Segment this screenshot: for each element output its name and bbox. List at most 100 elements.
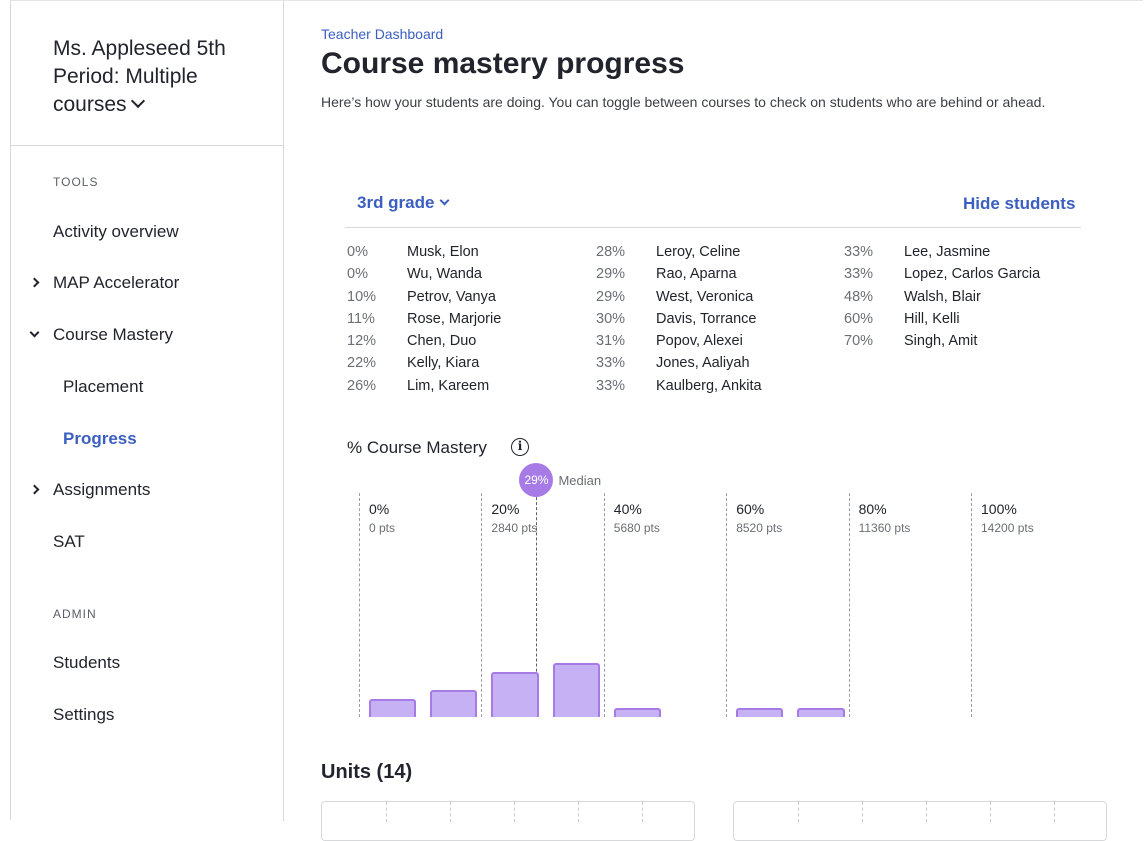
student-row[interactable]: 12% Chen, Duo (347, 333, 577, 355)
histogram-bar[interactable] (369, 699, 417, 717)
student-mastery-pct: 10% (347, 288, 377, 305)
class-selector[interactable]: Ms. Appleseed 5th Period: Multiple cours… (53, 35, 263, 119)
student-row[interactable]: 33% Jones, Aaliyah (596, 355, 826, 377)
tick-label-pts: 14200 pts (981, 521, 1034, 535)
histogram-bar[interactable] (613, 708, 661, 717)
student-column-2: 28% Leroy, Celine 29% Rao, Aparna 29% West, V… (596, 244, 826, 400)
sidebar-item-label: MAP Accelerator (53, 273, 180, 292)
student-mastery-pct: 26% (347, 377, 377, 394)
student-name: Kaulberg, Ankita (656, 377, 762, 394)
tick-label-pct: 20% (491, 501, 520, 517)
student-mastery-pct: 33% (844, 266, 874, 283)
sidebar-item-placement[interactable]: Placement (63, 377, 143, 397)
chevron-right-icon (29, 277, 40, 288)
hide-students-button[interactable]: Hide students (963, 194, 1075, 214)
student-name: Petrov, Vanya (407, 288, 496, 305)
student-mastery-pct: 22% (347, 355, 377, 372)
student-mastery-pct: 29% (596, 288, 626, 305)
student-row[interactable]: 29% Rao, Aparna (596, 266, 826, 288)
unit-card[interactable] (733, 801, 1107, 841)
student-row[interactable]: 60% Hill, Kelli (844, 311, 1074, 333)
student-column-1: 0% Musk, Elon 0% Wu, Wanda 10% Petrov, Vanya 1… (347, 244, 577, 400)
student-row[interactable]: 0% Wu, Wanda (347, 266, 577, 288)
unit-divider (1054, 802, 1055, 822)
unit-divider (990, 802, 991, 822)
student-row[interactable]: 10% Petrov, Vanya (347, 289, 577, 311)
sidebar-item-settings[interactable]: Settings (53, 705, 114, 725)
chevron-down-icon (29, 327, 40, 338)
student-name: Lee, Jasmine (904, 244, 991, 260)
app-frame: Ms. Appleseed 5th Period: Multiple cours… (10, 0, 1143, 841)
student-name: Singh, Amit (904, 333, 978, 350)
student-mastery-pct: 33% (596, 355, 626, 372)
student-row[interactable]: 70% Singh, Amit (844, 333, 1074, 355)
tick-label-pct: 40% (613, 501, 642, 517)
admin-section-label: ADMIN (53, 607, 97, 621)
grade-dropdown[interactable]: 3rd grade (357, 193, 450, 213)
student-mastery-pct: 28% (596, 244, 626, 260)
sidebar-item-course-mastery[interactable]: Course Mastery (29, 325, 173, 345)
units-title: Units (14) (321, 761, 413, 783)
student-row[interactable]: 48% Walsh, Blair (844, 289, 1074, 311)
breadcrumb[interactable]: Teacher Dashboard (321, 26, 443, 42)
student-row[interactable]: 22% Kelly, Kiara (347, 355, 577, 377)
histogram-bar[interactable] (552, 663, 600, 717)
unit-card[interactable] (321, 801, 695, 841)
sidebar-divider (11, 145, 284, 146)
student-mastery-pct: 70% (844, 333, 874, 350)
chevron-down-icon (130, 93, 145, 109)
student-name: Popov, Alexei (656, 333, 743, 350)
student-mastery-pct: 0% (347, 266, 368, 283)
page-description: Here’s how your students are doing. You … (321, 94, 1046, 110)
divider (345, 227, 1081, 228)
student-name: Wu, Wanda (407, 266, 482, 283)
histogram-bar[interactable] (430, 690, 478, 717)
histogram-bar[interactable] (797, 708, 845, 717)
student-mastery-pct: 11% (347, 310, 375, 327)
student-name: Rao, Aparna (656, 266, 737, 283)
sidebar-item-map-accelerator[interactable]: MAP Accelerator (29, 273, 180, 293)
student-mastery-pct: 33% (596, 377, 626, 394)
student-name: West, Veronica (656, 288, 754, 305)
student-row[interactable]: 30% Davis, Torrance (596, 311, 826, 333)
student-name: Rose, Marjorie (407, 310, 502, 327)
gridline (359, 493, 360, 717)
gridline (603, 493, 605, 717)
student-name: Kelly, Kiara (407, 355, 480, 372)
sidebar-item-progress[interactable]: Progress (63, 429, 137, 449)
student-row[interactable]: 28% Leroy, Celine (596, 244, 826, 266)
tools-section-label: TOOLS (53, 175, 99, 189)
gridline (481, 493, 483, 717)
student-row[interactable]: 33% Kaulberg, Ankita (596, 378, 826, 400)
sidebar-item-assignments[interactable]: Assignments (29, 480, 151, 500)
sidebar-item-sat[interactable]: SAT (53, 532, 85, 552)
page-title: Course mastery progress (321, 47, 685, 80)
unit-divider (514, 802, 515, 822)
student-row[interactable]: 29% West, Veronica (596, 289, 826, 311)
student-column-3: 33% Lee, Jasmine 33% Lopez, Carlos Garcia 48… (844, 244, 1074, 355)
student-row[interactable]: 0% Musk, Elon (347, 244, 577, 266)
tick-label-pct: 80% (858, 501, 887, 517)
student-row[interactable]: 33% Lopez, Carlos Garcia (844, 266, 1074, 288)
student-row[interactable]: 26% Lim, Kareem (347, 378, 577, 400)
info-icon[interactable]: i (511, 438, 529, 456)
histogram-bar[interactable] (491, 672, 539, 717)
tick-label-pts: 5680 pts (613, 521, 660, 535)
sidebar-item-label: Assignments (53, 480, 151, 499)
student-row[interactable]: 31% Popov, Alexei (596, 333, 826, 355)
grade-dropdown-value: 3rd grade (357, 193, 435, 212)
sidebar-item-activity-overview[interactable]: Activity overview (53, 222, 179, 242)
gridline (971, 493, 972, 717)
student-row[interactable]: 11% Rose, Marjorie (347, 311, 577, 333)
sidebar-item-students[interactable]: Students (53, 653, 120, 673)
student-name: Lopez, Carlos Garcia (904, 266, 1041, 283)
unit-divider (450, 802, 451, 822)
student-row[interactable]: 33% Lee, Jasmine (844, 244, 1074, 266)
tick-label-pct: 0% (369, 501, 390, 517)
histogram-bar[interactable] (736, 708, 784, 717)
tick-label-pct: 100% (981, 501, 1017, 517)
sidebar-item-label: Course Mastery (53, 325, 173, 344)
tick-label-pts: 0 pts (369, 521, 396, 535)
gridline (848, 493, 850, 717)
student-mastery-pct: 12% (347, 333, 377, 350)
